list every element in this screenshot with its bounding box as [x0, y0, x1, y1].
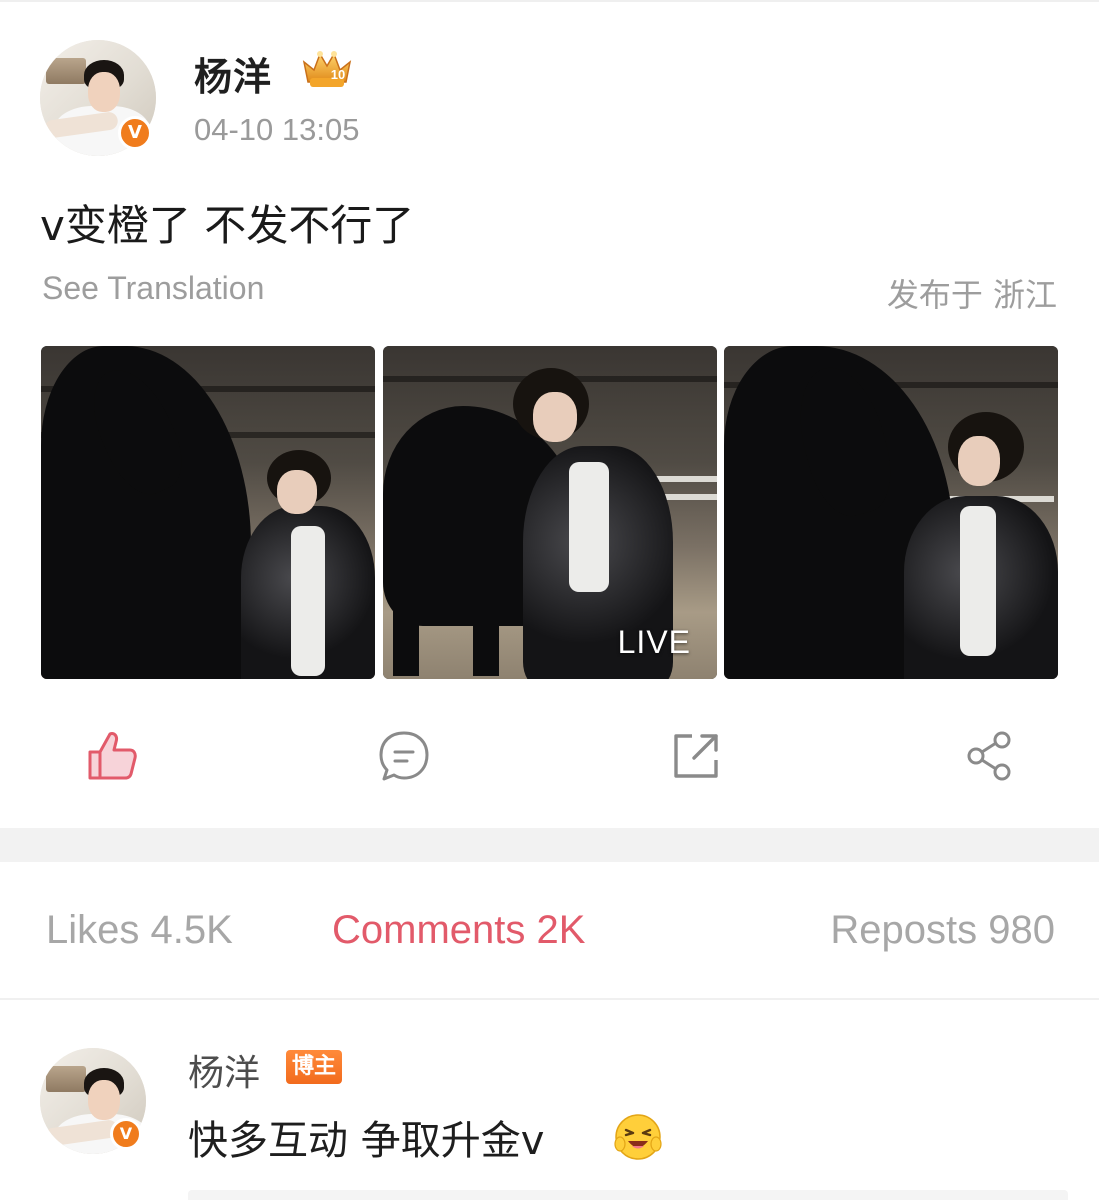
verified-badge-icon: V — [110, 1118, 142, 1150]
tab-comments[interactable]: Comments 2K — [332, 908, 585, 953]
comment-text: 快多互动 争取升金v — [188, 1118, 545, 1164]
author-name[interactable]: 杨洋 — [194, 46, 272, 101]
thumbs-up-icon[interactable] — [84, 728, 140, 784]
reply-preview-box[interactable] — [188, 1190, 1068, 1200]
share-icon[interactable] — [962, 728, 1018, 784]
comment-icon[interactable] — [376, 728, 432, 784]
post-body-text: v变橙了 不发不行了 — [40, 201, 415, 250]
section-divider — [0, 828, 1099, 862]
level-number: 10 — [331, 67, 345, 82]
see-translation-link[interactable]: See Translation — [42, 270, 264, 307]
level-crown-icon[interactable]: 10 — [300, 48, 354, 90]
post-photo-3[interactable] — [724, 346, 1058, 679]
post-timestamp: 04-10 13:05 — [194, 112, 360, 147]
author-tag: 博主 — [286, 1050, 342, 1084]
tab-likes[interactable]: Likes 4.5K — [46, 908, 233, 953]
verified-badge-icon: V — [118, 116, 152, 150]
live-photo-tag: LIVE — [617, 624, 691, 660]
comment-item: V 杨洋 博主 快多互动 争取升金v — [0, 1002, 1099, 1200]
tab-reposts[interactable]: Reposts 980 — [830, 908, 1055, 953]
laughing-emoji-icon — [614, 1114, 662, 1160]
post-photo-1[interactable] — [41, 346, 375, 679]
post-photo-2[interactable]: LIVE — [383, 346, 717, 679]
repost-icon[interactable] — [668, 728, 724, 784]
interaction-tabs: Likes 4.5K Comments 2K Reposts 980 — [0, 862, 1099, 1000]
weibo-post: V 杨洋 10 04-10 13:05 v变橙了 不发不行了 See Trans… — [0, 0, 1099, 828]
post-location: 发布于 浙江 — [886, 276, 1057, 314]
commenter-name[interactable]: 杨洋 — [188, 1044, 260, 1096]
